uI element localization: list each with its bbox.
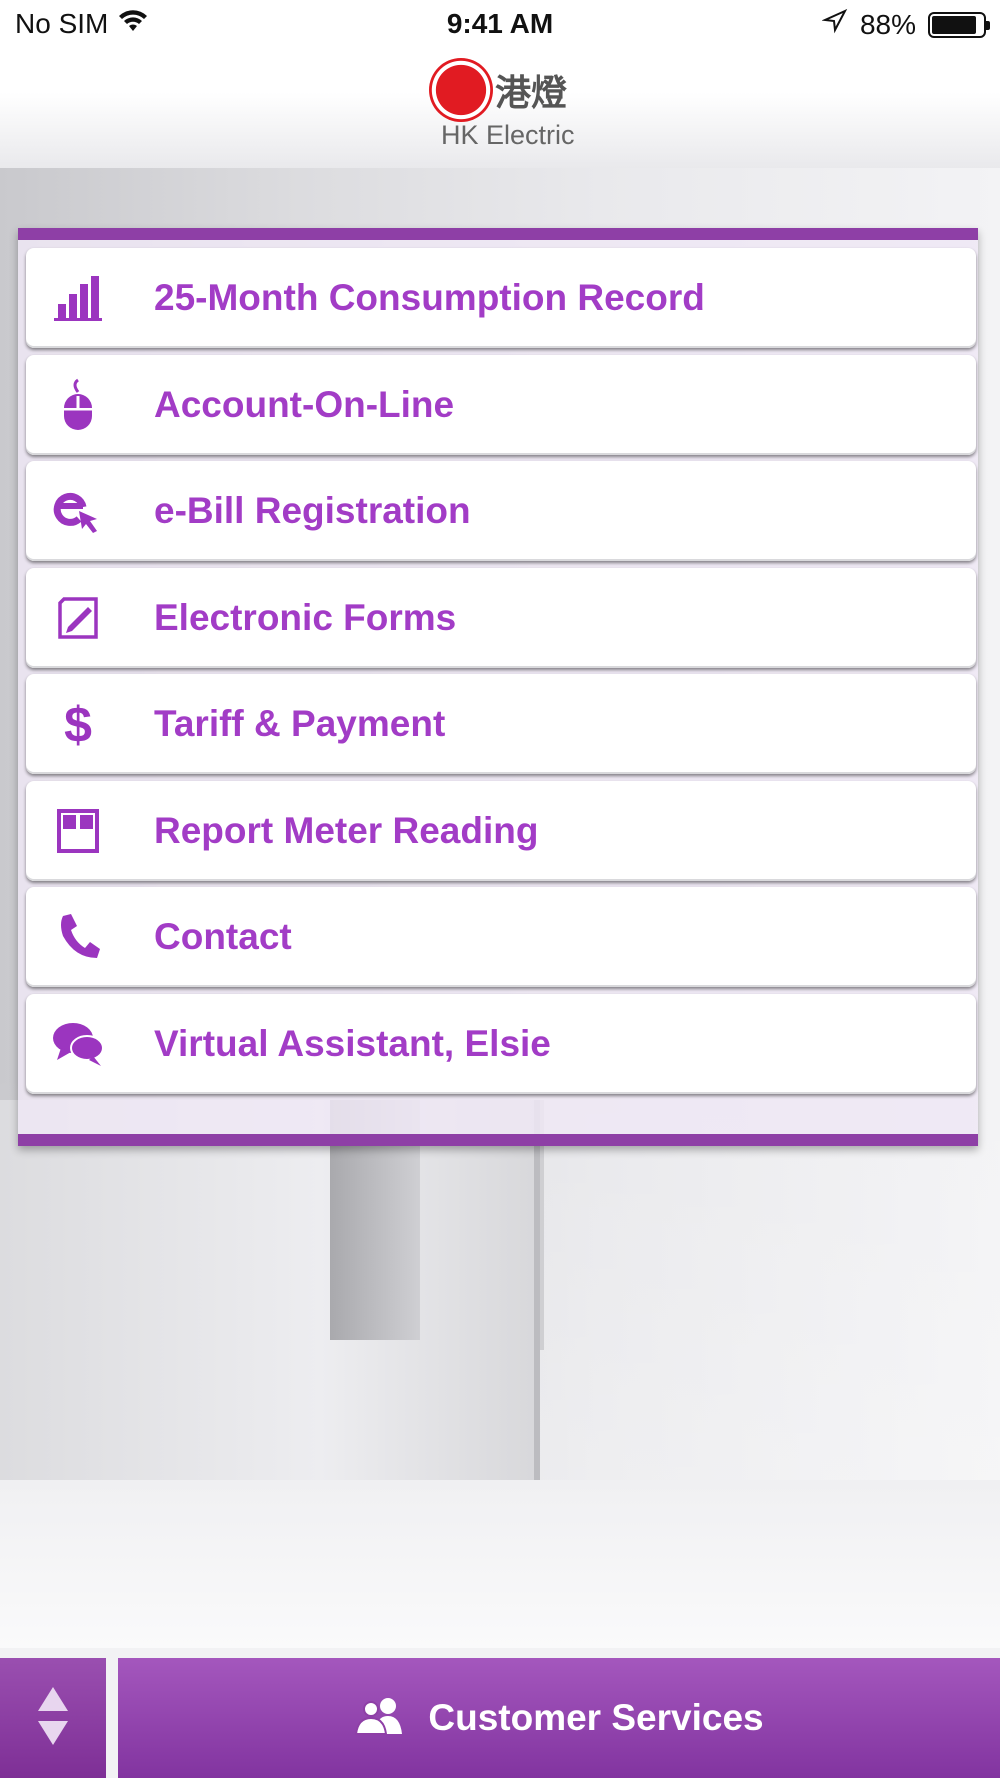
e-cursor-icon [26, 461, 130, 561]
users-icon [354, 1696, 406, 1741]
form-pen-icon [26, 568, 130, 668]
menu-item-tariff-payment[interactable]: $ Tariff & Payment [26, 674, 976, 774]
background-floor [0, 1480, 1000, 1650]
logo-chinese-text: 港燈 [495, 72, 568, 113]
menu-item-label: Virtual Assistant, Elsie [154, 1022, 551, 1064]
menu-item-label: Contact [154, 916, 292, 957]
logo-emblem-icon [429, 58, 493, 122]
mouse-icon [26, 355, 130, 455]
menu-item-label: 25-Month Consumption Record [154, 277, 705, 318]
hk-electric-logo: 港燈 HK Electric [425, 52, 585, 152]
menu-item-virtual-assistant-elsie[interactable]: Virtual Assistant, Elsie [26, 993, 976, 1094]
customer-services-label: Customer Services [428, 1697, 764, 1738]
svg-text:$: $ [64, 697, 92, 752]
menu-item-contact[interactable]: Contact [26, 887, 976, 987]
logo-english-text: HK Electric [441, 120, 575, 150]
toggle-menu-button[interactable] [0, 1658, 106, 1778]
status-bar: No SIM 9:41 AM 88% [0, 0, 1000, 50]
menu-item-label: Electronic Forms [154, 596, 457, 638]
menu-item-e-bill-registration[interactable]: e-Bill Registration [26, 461, 976, 561]
bar-chart-icon [26, 248, 130, 348]
battery-icon [928, 11, 990, 38]
menu-item-25-month-consumption-record[interactable]: 25-Month Consumption Record [26, 248, 976, 348]
up-down-arrows-icon [36, 1685, 70, 1752]
bottom-bar: Customer Services [0, 1648, 1000, 1778]
menu-item-report-meter-reading[interactable]: Report Meter Reading [26, 780, 976, 881]
meter-icon [26, 781, 130, 881]
chat-bubbles-icon [26, 994, 130, 1094]
phone-icon [26, 887, 130, 987]
menu-item-label: e-Bill Registration [154, 490, 471, 531]
menu-item-label: Tariff & Payment [154, 703, 446, 744]
main-menu-panel: 25-Month Consumption Record Account-On-Li… [18, 228, 978, 1146]
customer-services-button[interactable]: Customer Services [118, 1658, 1000, 1778]
menu-item-label: Account-On-Line [154, 383, 455, 425]
menu-item-electronic-forms[interactable]: Electronic Forms [26, 567, 976, 668]
location-arrow-icon [821, 8, 848, 41]
menu-item-label: Report Meter Reading [154, 809, 539, 851]
battery-percent: 88% [859, 8, 916, 40]
dollar-icon: $ [26, 674, 130, 774]
menu-item-account-on-line[interactable]: Account-On-Line [26, 354, 976, 455]
background-counter [0, 1100, 540, 1480]
